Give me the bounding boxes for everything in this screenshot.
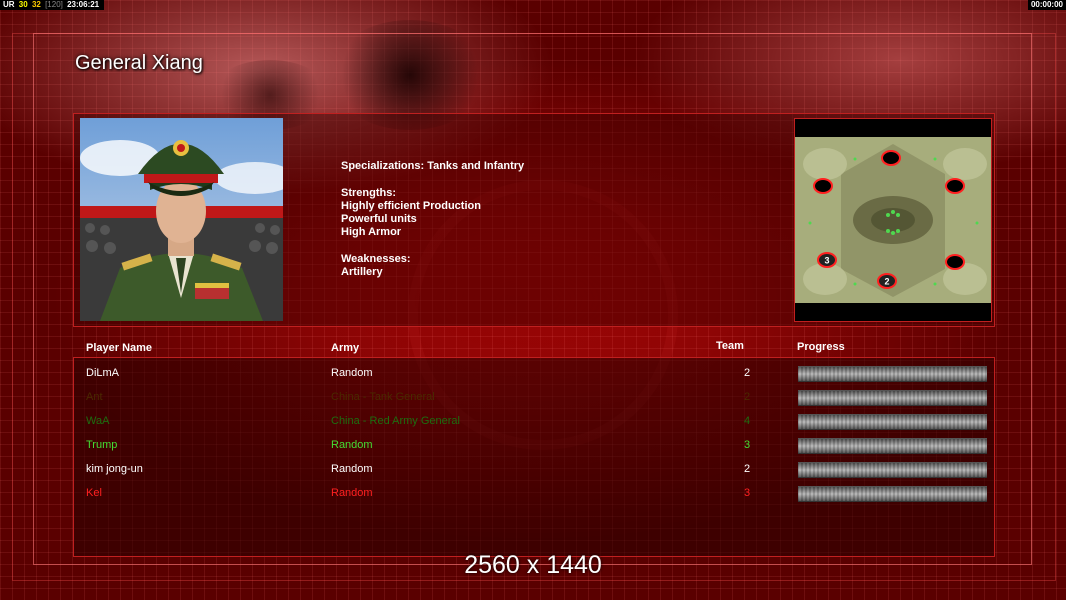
player-army: Random — [331, 487, 373, 499]
player-name: Trump — [86, 439, 118, 451]
player-name: Kel — [86, 487, 102, 499]
player-team: 2 — [744, 367, 751, 379]
header-team: Team — [716, 340, 744, 352]
general-title: General Xiang — [75, 52, 203, 74]
spec-line: Specializations: Tanks and Infantry — [341, 160, 525, 172]
map-image: 3 2 — [795, 119, 991, 321]
player-team: 3 — [744, 439, 751, 451]
player-army: Random — [331, 439, 373, 451]
spec-line: Weaknesses: — [341, 253, 411, 266]
map-slot-label: 2 — [884, 277, 889, 287]
player-team: 4 — [744, 415, 751, 427]
status-bar: UR 30 32 [120] 23:06:21 00:00:00 — [0, 0, 1066, 10]
table-row: WaA China - Red Army General 4 — [74, 409, 992, 433]
spec-line — [341, 240, 524, 253]
player-name: WaA — [86, 415, 110, 427]
progress-bar — [798, 414, 987, 430]
header-army: Army — [331, 342, 360, 354]
portrait-image — [80, 118, 283, 321]
header-player-name: Player Name — [86, 342, 153, 354]
status-clock: 23:06:21 — [67, 0, 100, 9]
spec-line: Highly efficient Production — [341, 199, 481, 212]
status-fps2: 32 — [31, 0, 41, 9]
table-row: Kel Random 3 — [74, 481, 992, 505]
spec-line: Strengths: — [341, 186, 396, 199]
header-progress: Progress — [797, 341, 845, 353]
player-team: 3 — [744, 487, 751, 499]
table-row: kim jong-un Random 2 — [74, 457, 992, 481]
status-timer: 00:00:00 — [1027, 0, 1066, 10]
player-name: Ant — [86, 391, 103, 403]
status-fps: 30 — [18, 0, 28, 9]
player-army: Random — [331, 367, 373, 379]
map-preview[interactable]: 3 2 — [794, 118, 992, 322]
resolution-label: 2560 x 1440 — [464, 551, 602, 579]
progress-bar — [798, 438, 987, 454]
player-army: China - Red Army General — [331, 415, 460, 427]
general-portrait — [80, 118, 283, 321]
table-row: Ant China - Tank General 2 — [74, 385, 992, 409]
player-name: DiLmA — [86, 367, 120, 379]
table-row: DiLmA Random 2 — [74, 361, 992, 385]
status-left: UR 30 32 [120] 23:06:21 — [0, 0, 105, 10]
progress-bar — [798, 462, 987, 478]
player-team: 2 — [744, 463, 751, 475]
status-bracket: [120] — [45, 0, 63, 9]
player-name: kim jong-un — [86, 463, 143, 475]
player-army: Random — [331, 463, 373, 475]
map-slot-label: 3 — [824, 256, 829, 266]
status-ur: UR — [3, 0, 15, 9]
progress-bar — [798, 390, 987, 406]
spec-line — [341, 173, 524, 186]
player-army: China - Tank General — [331, 391, 435, 403]
general-specs: Specializations: Tanks and Infantry Stre… — [341, 160, 524, 280]
spec-line: Powerful units — [341, 213, 417, 226]
progress-bar — [798, 486, 987, 502]
spec-line: High Armor — [341, 226, 402, 239]
spec-line: Artillery — [341, 266, 383, 279]
progress-bar — [798, 366, 987, 382]
player-team: 2 — [744, 391, 751, 403]
table-row: Trump Random 3 — [74, 433, 992, 457]
